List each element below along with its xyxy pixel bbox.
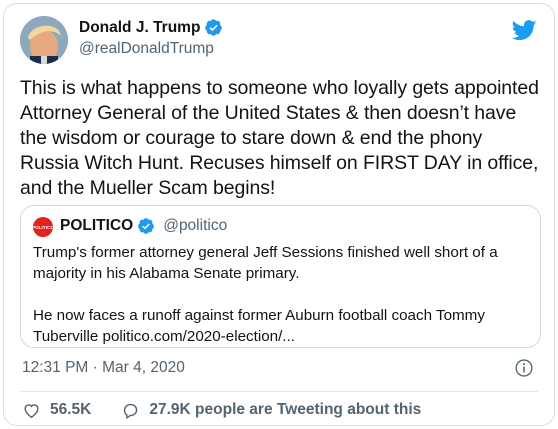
- quoted-author-name: POLITICO: [60, 217, 134, 234]
- like-count: 56.5K: [50, 401, 92, 418]
- quoted-author: POLITICO @politico: [60, 217, 227, 235]
- author-handle[interactable]: @realDonaldTrump: [79, 40, 214, 58]
- heart-icon: [24, 403, 39, 418]
- divider: [20, 391, 538, 392]
- tweet-card: Donald J. Trump @realDonaldTrump This is…: [3, 3, 555, 426]
- action-bar: 56.5K 27.9K people are Tweeting about th…: [22, 399, 421, 421]
- author-name[interactable]: Donald J. Trump: [79, 18, 223, 37]
- quoted-paragraph-1: Trump's former attorney general Jeff Ses…: [33, 244, 498, 282]
- tweeting-button[interactable]: 27.9K people are Tweeting about this: [121, 401, 421, 420]
- politico-avatar-text: POLITICO: [31, 224, 55, 230]
- comment-icon: [124, 403, 138, 419]
- tweet-text: This is what happens to someone who loya…: [20, 77, 539, 199]
- twitter-bird-icon[interactable]: [512, 20, 537, 41]
- author-avatar[interactable]: [20, 16, 68, 64]
- tweeting-count: 27.9K people are Tweeting about this: [149, 401, 422, 418]
- author-name-text: Donald J. Trump: [79, 18, 201, 36]
- politico-avatar: POLITICO: [31, 217, 55, 237]
- quoted-tweet-text: Trump's former attorney general Jeff Ses…: [33, 242, 531, 347]
- tweet-timestamp[interactable]: 12:31 PM · Mar 4, 2020: [22, 359, 185, 377]
- info-icon[interactable]: [514, 358, 534, 378]
- verified-badge-icon: [205, 19, 223, 36]
- quoted-tweet[interactable]: POLITICO POLITICO @politico Trump's form…: [20, 205, 541, 348]
- like-button[interactable]: 56.5K: [22, 401, 91, 420]
- quoted-author-handle: @politico: [163, 217, 228, 234]
- verified-badge-icon: [138, 218, 155, 234]
- quoted-paragraph-2: He now faces a runoff against former Aub…: [33, 307, 485, 345]
